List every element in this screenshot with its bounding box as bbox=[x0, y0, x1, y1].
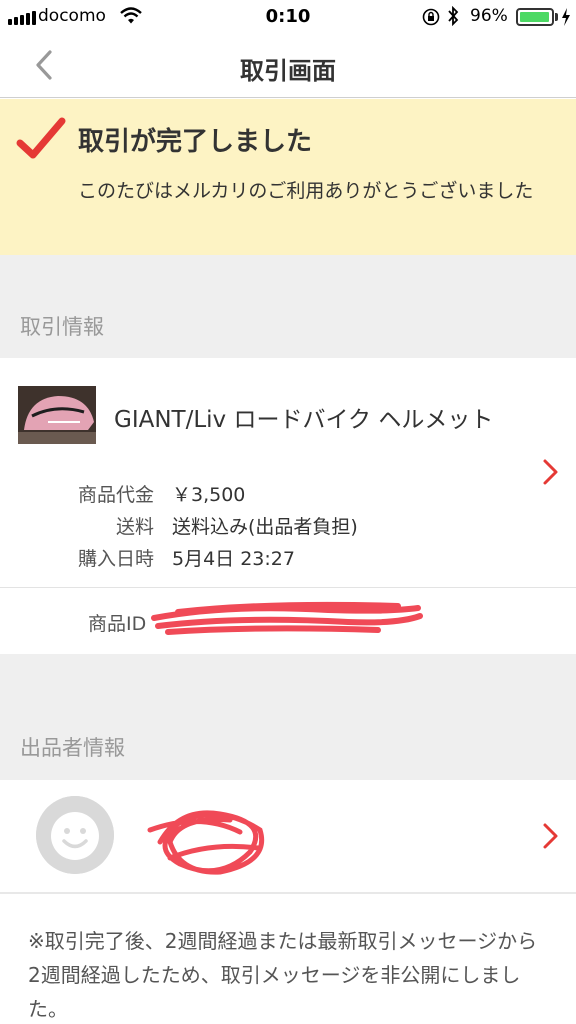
rotation-lock-icon bbox=[422, 8, 440, 31]
completion-banner: 取引が完了しました このたびはメルカリのご利用ありがとうございました bbox=[0, 99, 576, 255]
chevron-right-icon[interactable] bbox=[542, 458, 560, 486]
divider bbox=[0, 892, 576, 894]
purchase-date-label: 購入日時 bbox=[77, 548, 154, 570]
battery-icon bbox=[516, 8, 554, 26]
item-thumbnail bbox=[18, 386, 96, 444]
chevron-right-icon[interactable] bbox=[542, 822, 560, 850]
item-title: GIANT/Liv ロードバイク ヘルメット bbox=[114, 407, 494, 433]
check-icon bbox=[16, 117, 66, 159]
redaction-scribble bbox=[151, 601, 423, 635]
navigation-bar: 取引画面 bbox=[0, 34, 576, 98]
section-header-transaction: 取引情報 bbox=[0, 255, 576, 358]
section-label: 出品者情報 bbox=[20, 736, 125, 760]
product-id-label: 商品ID bbox=[88, 613, 147, 635]
bluetooth-icon bbox=[447, 5, 459, 30]
battery-percent: 96% bbox=[470, 6, 508, 26]
default-avatar-icon bbox=[36, 796, 114, 874]
message-hidden-notice: ※取引完了後、2週間経過または最新取引メッセージから2週間経過したため、取引メッ… bbox=[28, 929, 538, 1021]
battery-cap bbox=[555, 13, 558, 21]
item-summary-row[interactable]: GIANT/Liv ロードバイク ヘルメット 商品代金 ￥3,500 送料 送料… bbox=[0, 358, 576, 586]
price-value: ￥3,500 bbox=[172, 484, 246, 506]
page-title: 取引画面 bbox=[240, 57, 336, 85]
shipping-label: 送料 bbox=[115, 516, 154, 538]
price-label: 商品代金 bbox=[77, 484, 154, 506]
section-header-seller: 出品者情報 bbox=[0, 654, 576, 780]
shipping-value: 送料込み(出品者負担) bbox=[172, 516, 358, 538]
completion-headline: 取引が完了しました bbox=[78, 127, 313, 157]
product-id-row: 商品ID bbox=[0, 587, 576, 653]
purchase-date-value: 5月4日 23:27 bbox=[172, 548, 295, 570]
thank-you-message: このたびはメルカリのご利用ありがとうございました bbox=[78, 180, 534, 202]
section-label: 取引情報 bbox=[20, 315, 104, 339]
status-bar: docomo 0:10 96% bbox=[0, 0, 576, 34]
redaction-scribble bbox=[147, 810, 264, 875]
seller-row[interactable] bbox=[0, 780, 576, 892]
charging-icon bbox=[561, 7, 571, 31]
